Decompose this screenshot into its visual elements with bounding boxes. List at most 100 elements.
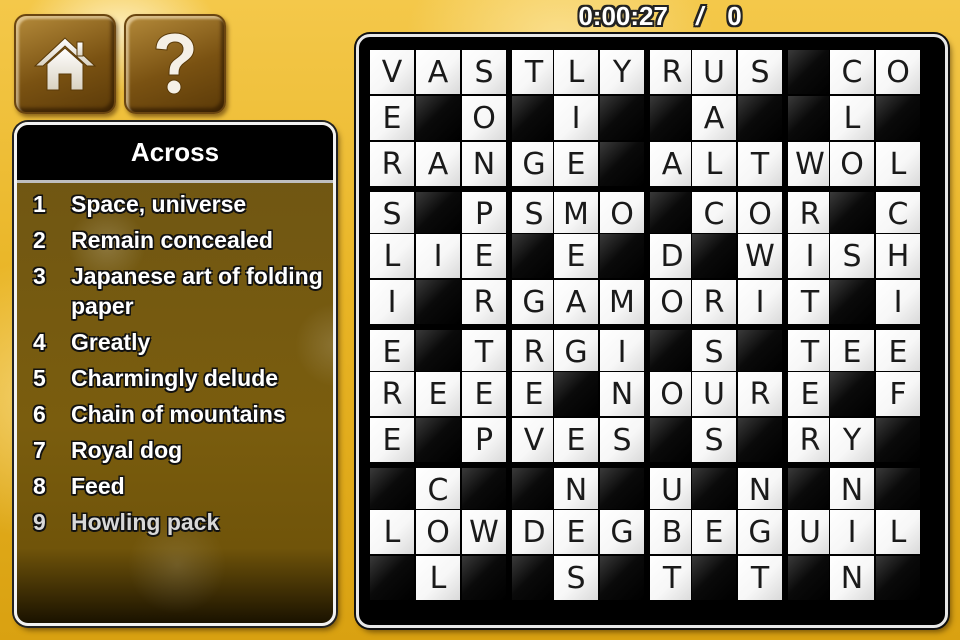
grid-cell[interactable]: G bbox=[511, 141, 557, 187]
clue-item[interactable]: 8 Feed bbox=[33, 471, 323, 501]
grid-cell[interactable]: U bbox=[691, 371, 737, 417]
grid-cell[interactable]: C bbox=[829, 49, 875, 95]
grid-cell[interactable]: O bbox=[737, 191, 783, 237]
grid-cell[interactable]: L bbox=[553, 49, 599, 95]
grid-cell[interactable]: L bbox=[369, 509, 415, 555]
grid-cell[interactable]: R bbox=[369, 371, 415, 417]
grid-cell[interactable]: R bbox=[511, 329, 557, 375]
grid-cell[interactable]: E bbox=[553, 141, 599, 187]
grid-cell[interactable]: E bbox=[553, 509, 599, 555]
grid-cell[interactable]: G bbox=[511, 279, 557, 325]
grid-cell[interactable]: S bbox=[511, 191, 557, 237]
grid-cell[interactable]: O bbox=[649, 279, 695, 325]
grid-cell[interactable]: E bbox=[369, 95, 415, 141]
grid-cell[interactable]: C bbox=[875, 191, 921, 237]
grid-cell[interactable]: L bbox=[875, 509, 921, 555]
clue-list[interactable]: 1 Space, universe 2 Remain concealed 3 Japane… bbox=[17, 183, 333, 537]
grid-cell[interactable]: I bbox=[829, 509, 875, 555]
grid-cell[interactable]: B bbox=[649, 509, 695, 555]
grid-cell[interactable]: N bbox=[599, 371, 645, 417]
clue-item[interactable]: 9 Howling pack bbox=[33, 507, 323, 537]
grid-cell[interactable]: N bbox=[553, 467, 599, 513]
grid-cell[interactable]: E bbox=[553, 233, 599, 279]
grid-cell[interactable]: T bbox=[787, 329, 833, 375]
grid-cell[interactable]: O bbox=[415, 509, 461, 555]
grid-cell[interactable]: E bbox=[691, 509, 737, 555]
grid-cell[interactable]: E bbox=[415, 371, 461, 417]
grid-cell[interactable]: T bbox=[649, 555, 695, 601]
clue-item[interactable]: 4 Greatly bbox=[33, 327, 323, 357]
grid-cell[interactable]: L bbox=[415, 555, 461, 601]
grid-cell[interactable]: O bbox=[875, 49, 921, 95]
grid-cell[interactable]: O bbox=[461, 95, 507, 141]
grid-cell[interactable]: E bbox=[461, 371, 507, 417]
clue-item[interactable]: 7 Royal dog bbox=[33, 435, 323, 465]
grid-cell[interactable]: D bbox=[649, 233, 695, 279]
grid-cell[interactable]: O bbox=[829, 141, 875, 187]
grid-cell[interactable]: S bbox=[553, 555, 599, 601]
grid-cell[interactable]: N bbox=[737, 467, 783, 513]
grid-cell[interactable]: I bbox=[415, 233, 461, 279]
grid-cell[interactable]: E bbox=[553, 417, 599, 463]
grid-cell[interactable]: L bbox=[875, 141, 921, 187]
clue-item[interactable]: 6 Chain of mountains bbox=[33, 399, 323, 429]
grid-cell[interactable]: G bbox=[553, 329, 599, 375]
grid-cell[interactable]: I bbox=[369, 279, 415, 325]
grid-cell[interactable]: A bbox=[415, 49, 461, 95]
grid-cell[interactable]: I bbox=[599, 329, 645, 375]
grid-cell[interactable]: I bbox=[737, 279, 783, 325]
grid-cell[interactable]: T bbox=[737, 141, 783, 187]
grid-cell[interactable]: L bbox=[369, 233, 415, 279]
grid-cell[interactable]: Y bbox=[829, 417, 875, 463]
grid-cell[interactable]: I bbox=[875, 279, 921, 325]
grid-cell[interactable]: L bbox=[691, 141, 737, 187]
grid-cell[interactable]: P bbox=[461, 191, 507, 237]
grid-cell[interactable]: N bbox=[829, 467, 875, 513]
crossword-grid[interactable]: VASTLYRUSCOEOIALRANGEALTWOLSPSMOCORCLIEE… bbox=[369, 49, 921, 601]
grid-cell[interactable]: A bbox=[691, 95, 737, 141]
grid-cell[interactable]: R bbox=[461, 279, 507, 325]
grid-cell[interactable]: O bbox=[649, 371, 695, 417]
grid-cell[interactable]: T bbox=[787, 279, 833, 325]
grid-cell[interactable]: S bbox=[461, 49, 507, 95]
grid-cell[interactable]: H bbox=[875, 233, 921, 279]
grid-cell[interactable]: S bbox=[599, 417, 645, 463]
grid-cell[interactable]: I bbox=[787, 233, 833, 279]
grid-cell[interactable]: U bbox=[787, 509, 833, 555]
grid-cell[interactable]: E bbox=[511, 371, 557, 417]
grid-cell[interactable]: R bbox=[369, 141, 415, 187]
grid-cell[interactable]: O bbox=[599, 191, 645, 237]
clue-item[interactable]: 5 Charmingly delude bbox=[33, 363, 323, 393]
grid-cell[interactable]: U bbox=[691, 49, 737, 95]
clue-item[interactable]: 1 Space, universe bbox=[33, 189, 323, 219]
grid-cell[interactable]: R bbox=[649, 49, 695, 95]
grid-cell[interactable]: R bbox=[787, 191, 833, 237]
clue-item[interactable]: 2 Remain concealed bbox=[33, 225, 323, 255]
help-button[interactable] bbox=[124, 14, 226, 114]
grid-cell[interactable]: C bbox=[415, 467, 461, 513]
grid-cell[interactable]: E bbox=[461, 233, 507, 279]
grid-cell[interactable]: W bbox=[737, 233, 783, 279]
grid-cell[interactable]: N bbox=[461, 141, 507, 187]
grid-cell[interactable]: A bbox=[415, 141, 461, 187]
grid-cell[interactable]: S bbox=[829, 233, 875, 279]
grid-cell[interactable]: P bbox=[461, 417, 507, 463]
grid-cell[interactable]: Y bbox=[599, 49, 645, 95]
grid-cell[interactable]: G bbox=[599, 509, 645, 555]
grid-cell[interactable]: E bbox=[369, 329, 415, 375]
grid-cell[interactable]: S bbox=[369, 191, 415, 237]
grid-cell[interactable]: E bbox=[875, 329, 921, 375]
grid-cell[interactable]: M bbox=[553, 191, 599, 237]
grid-cell[interactable]: R bbox=[737, 371, 783, 417]
grid-cell[interactable]: A bbox=[553, 279, 599, 325]
grid-cell[interactable]: A bbox=[649, 141, 695, 187]
grid-cell[interactable]: F bbox=[875, 371, 921, 417]
grid-cell[interactable]: W bbox=[461, 509, 507, 555]
grid-cell[interactable]: R bbox=[787, 417, 833, 463]
grid-cell[interactable]: S bbox=[691, 417, 737, 463]
grid-cell[interactable]: L bbox=[829, 95, 875, 141]
grid-cell[interactable]: M bbox=[599, 279, 645, 325]
grid-cell[interactable]: D bbox=[511, 509, 557, 555]
grid-cell[interactable]: V bbox=[511, 417, 557, 463]
grid-cell[interactable]: W bbox=[787, 141, 833, 187]
